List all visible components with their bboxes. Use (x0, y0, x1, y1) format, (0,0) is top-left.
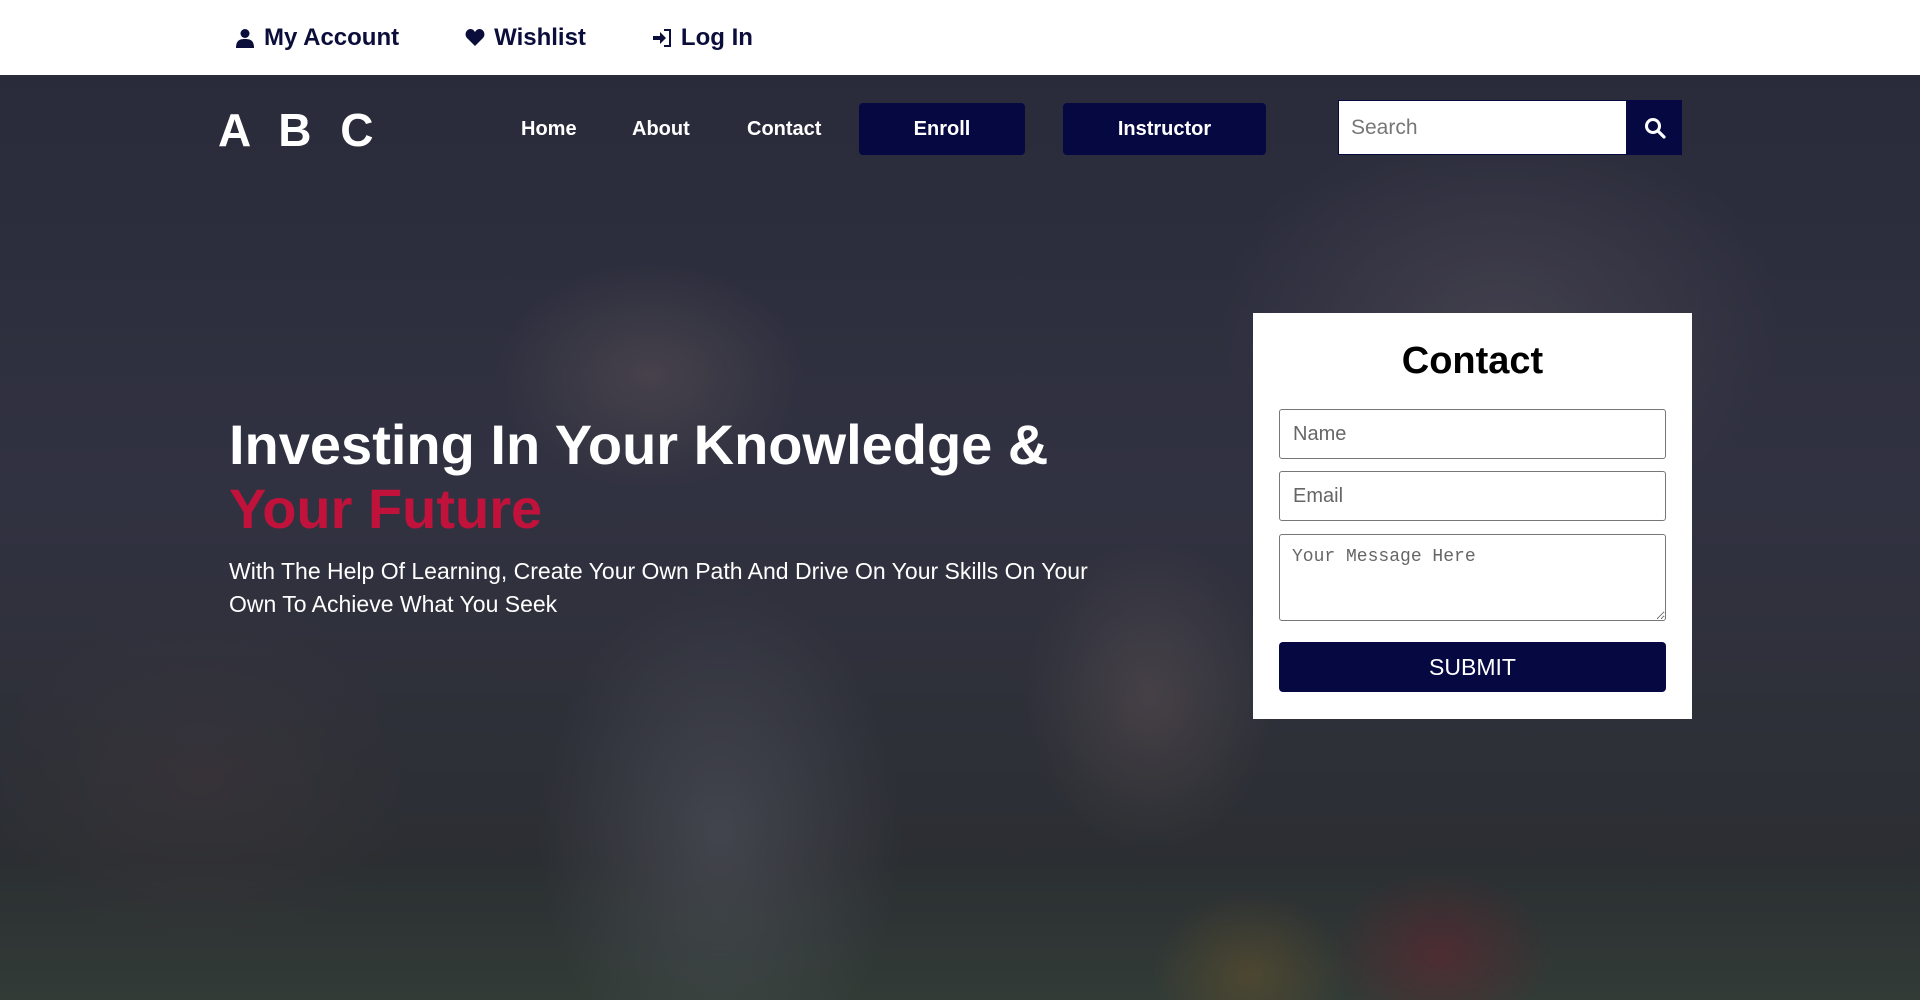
hero-subtitle: With The Help Of Learning, Create Your O… (229, 558, 1088, 617)
login-label: Log In (680, 23, 753, 51)
contact-form-card: Contact SUBMIT (1253, 313, 1692, 719)
name-field[interactable] (1279, 409, 1666, 459)
login-link[interactable]: Log In (652, 24, 753, 52)
hero-title-line2: Your Future (229, 477, 543, 540)
hero-headline: Investing In Your Knowledge & Your Futur… (229, 413, 1129, 541)
search-bar (1338, 100, 1682, 155)
utility-links: My Account Wishlist Log In (235, 0, 819, 75)
nav-home[interactable]: Home (521, 103, 577, 155)
search-button[interactable] (1627, 100, 1682, 155)
wishlist-link[interactable]: Wishlist (465, 24, 586, 52)
contact-form-title: Contact (1401, 340, 1544, 382)
wishlist-label: Wishlist (494, 23, 586, 51)
submit-button[interactable]: SUBMIT (1279, 642, 1666, 692)
user-icon (236, 28, 254, 48)
hero-section: A B C Home About Contact Enroll Instruct… (0, 75, 1920, 1000)
search-input[interactable] (1338, 100, 1627, 155)
heart-icon (465, 28, 485, 46)
search-icon (1644, 117, 1666, 139)
enroll-button[interactable]: Enroll (859, 103, 1025, 155)
hero-title-line1: Investing In Your Knowledge & (229, 413, 1049, 476)
my-account-label: My Account (264, 23, 400, 51)
my-account-link[interactable]: My Account (235, 24, 399, 52)
message-field[interactable] (1279, 534, 1666, 621)
nav-contact[interactable]: Contact (747, 103, 821, 155)
top-utility-bar: My Account Wishlist Log In (0, 0, 1920, 75)
email-field[interactable] (1279, 471, 1666, 521)
nav-about[interactable]: About (632, 103, 690, 155)
site-logo[interactable]: A B C (218, 103, 382, 157)
sign-in-icon (652, 28, 671, 47)
instructor-button[interactable]: Instructor (1063, 103, 1266, 155)
